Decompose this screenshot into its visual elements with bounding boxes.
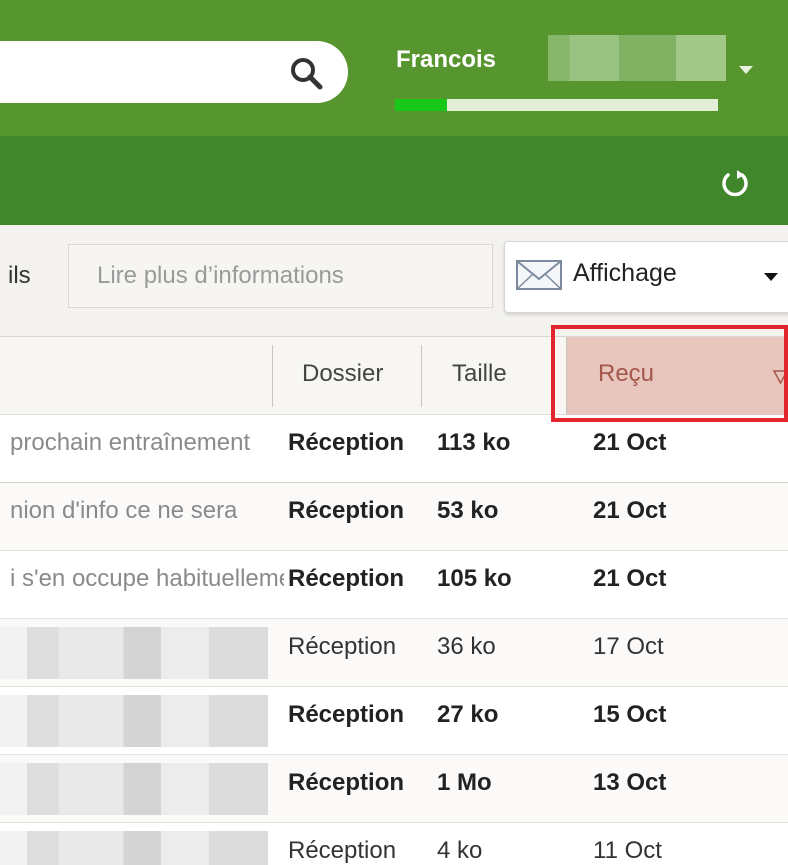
message-date: 17 Oct xyxy=(593,633,664,660)
redacted-subject xyxy=(0,763,268,815)
view-menu-label[interactable]: Affichage xyxy=(573,259,677,288)
chevron-down-icon[interactable] xyxy=(764,273,778,281)
message-size: 113 ko xyxy=(437,429,511,456)
user-name[interactable]: Francois xyxy=(396,46,496,74)
message-size: 27 ko xyxy=(437,701,499,728)
message-size: 1 Mo xyxy=(437,769,492,796)
highlight-box xyxy=(551,325,788,422)
redacted-subject xyxy=(0,695,268,747)
redacted-subject xyxy=(0,831,268,865)
more-info-button[interactable]: Lire plus d’informations xyxy=(68,244,493,308)
message-date: 15 Oct xyxy=(593,701,667,728)
message-folder: Réception xyxy=(288,497,405,524)
message-folder: Réception xyxy=(288,701,405,728)
message-date: 21 Oct xyxy=(593,497,667,524)
message-folder: Réception xyxy=(288,429,405,456)
message-size: 53 ko xyxy=(437,497,499,524)
message-folder: Réception xyxy=(288,633,397,660)
redacted-user-surname xyxy=(548,35,726,81)
column-divider[interactable] xyxy=(272,345,273,407)
message-size: 105 ko xyxy=(437,565,512,592)
row-divider xyxy=(0,482,788,483)
message-date: 21 Oct xyxy=(593,565,667,592)
message-date: 21 Oct xyxy=(593,429,667,456)
message-date: 11 Oct xyxy=(593,837,662,864)
user-menu-caret-icon[interactable] xyxy=(739,66,753,74)
message-subject[interactable]: nion d'info ce ne sera xyxy=(10,497,284,525)
message-folder: Réception xyxy=(288,565,405,592)
action-bar xyxy=(0,136,788,225)
message-size: 4 ko xyxy=(437,837,483,864)
message-date: 13 Oct xyxy=(593,769,667,796)
search-icon[interactable] xyxy=(288,55,324,91)
message-subject[interactable]: i s'en occupe habituellement xyxy=(10,565,284,593)
redacted-subject xyxy=(0,627,268,679)
column-divider[interactable] xyxy=(421,345,422,407)
message-subject[interactable]: prochain entraînement xyxy=(10,429,284,457)
message-folder: Réception xyxy=(288,837,397,864)
toolbar-button-fragment[interactable]: ils xyxy=(8,262,31,290)
message-size: 36 ko xyxy=(437,633,496,660)
column-header-size[interactable]: Taille xyxy=(452,360,548,388)
storage-quota-bar xyxy=(395,99,718,111)
storage-quota-fill xyxy=(395,99,447,111)
column-header-folder[interactable]: Dossier xyxy=(302,360,416,388)
envelope-icon xyxy=(516,260,562,290)
refresh-icon[interactable] xyxy=(718,166,752,200)
message-folder: Réception xyxy=(288,769,405,796)
